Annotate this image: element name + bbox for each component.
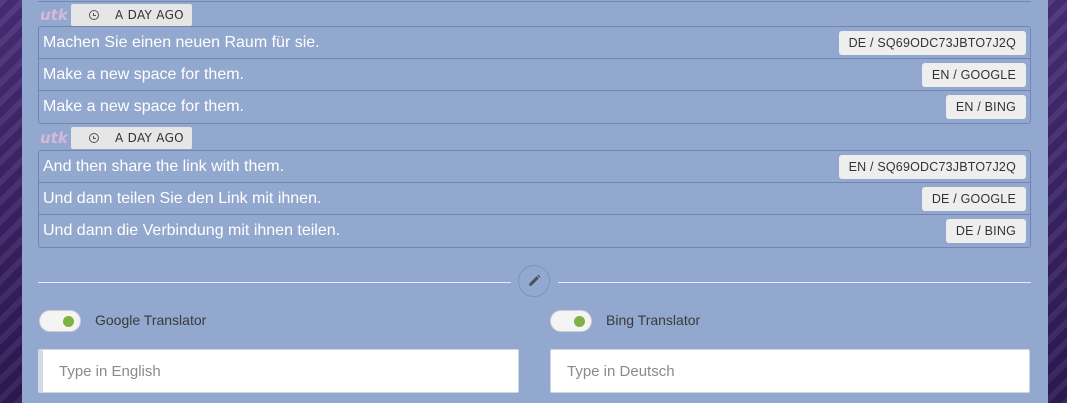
deutsch-input-box xyxy=(550,349,1030,393)
message-text: Und dann teilen Sie den Link mit ihnen. xyxy=(43,189,322,207)
divider-right xyxy=(558,282,1031,283)
background-right xyxy=(1048,0,1067,403)
bing-translator-toggle[interactable] xyxy=(550,310,592,332)
message-line: Und dann teilen Sie den Link mit ihnen. … xyxy=(39,183,1030,215)
chat-panel: utk A DAY AGO Machen Sie einen neuen Rau… xyxy=(22,0,1048,403)
source-badge: DE / SQ69ODC73JBTO7J2Q xyxy=(838,30,1026,55)
message-text: And then share the link with them. xyxy=(43,157,285,175)
toggle-knob xyxy=(574,316,585,327)
source-badge: EN / BING xyxy=(945,95,1026,119)
pencil-icon xyxy=(529,274,541,286)
message-line: Make a new space for them. EN / BING xyxy=(39,91,1030,123)
message-meta: utk A DAY AGO xyxy=(38,126,192,150)
edit-button[interactable] xyxy=(518,265,550,297)
clock-icon xyxy=(89,133,99,143)
message-text: Make a new space for them. xyxy=(43,98,244,115)
background-left xyxy=(0,0,22,403)
divider-left xyxy=(38,282,511,283)
source-badge: DE / GOOGLE xyxy=(921,186,1026,211)
timestamp-text: A DAY AGO xyxy=(115,131,184,145)
source-badge: EN / SQ69ODC73JBTO7J2Q xyxy=(838,154,1026,179)
timestamp-badge: A DAY AGO xyxy=(71,4,192,26)
message-text: Make a new space for them. xyxy=(43,65,244,83)
username: utk xyxy=(40,129,68,147)
message-group: Machen Sie einen neuen Raum für sie. DE … xyxy=(38,26,1031,124)
message-text: Und dann die Verbindung mit ihnen teilen… xyxy=(43,222,341,239)
message-line: Machen Sie einen neuen Raum für sie. DE … xyxy=(39,27,1030,59)
message-line: And then share the link with them. EN / … xyxy=(39,151,1030,183)
deutsch-input[interactable] xyxy=(551,350,1029,392)
english-input-box xyxy=(38,349,519,393)
clock-icon xyxy=(89,10,99,20)
english-input[interactable] xyxy=(43,350,518,392)
message-group: And then share the link with them. EN / … xyxy=(38,150,1031,248)
source-badge: DE / BING xyxy=(945,219,1026,243)
google-translator-toggle[interactable] xyxy=(39,310,81,332)
toggle-knob xyxy=(63,316,74,327)
message-line: Und dann die Verbindung mit ihnen teilen… xyxy=(39,215,1030,247)
source-badge: EN / GOOGLE xyxy=(921,62,1026,87)
timestamp-badge: A DAY AGO xyxy=(71,127,192,149)
bing-translator-label: Bing Translator xyxy=(606,312,701,328)
google-translator-label: Google Translator xyxy=(95,312,207,328)
previous-message-edge xyxy=(38,0,1031,2)
message-text: Machen Sie einen neuen Raum für sie. xyxy=(43,33,320,51)
username: utk xyxy=(40,6,68,24)
message-line: Make a new space for them. EN / GOOGLE xyxy=(39,59,1030,91)
message-meta: utk A DAY AGO xyxy=(38,3,192,27)
timestamp-text: A DAY AGO xyxy=(115,8,184,22)
